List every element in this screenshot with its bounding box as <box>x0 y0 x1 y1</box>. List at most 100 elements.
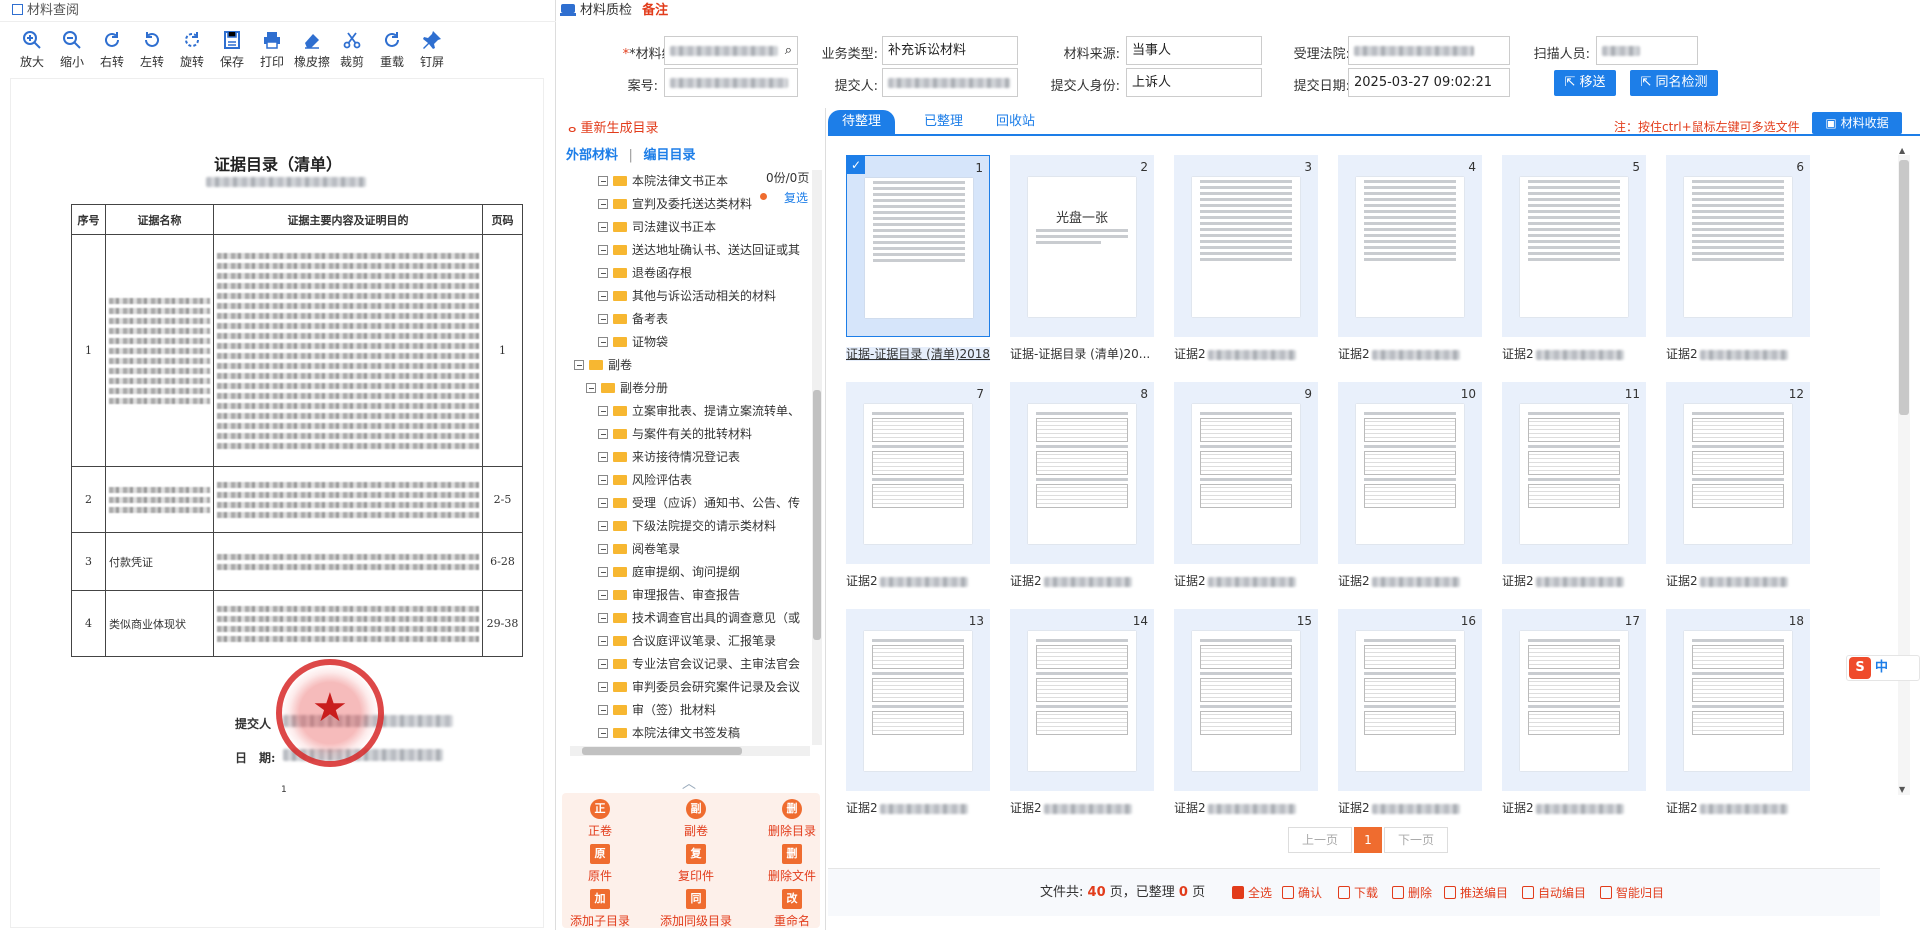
push-catalog-button[interactable]: 推送编目 <box>1444 869 1508 917</box>
file-card[interactable]: 16 <box>1338 609 1482 791</box>
collapse-toggle-icon[interactable] <box>598 337 608 347</box>
identity-field[interactable]: 上诉人 <box>1126 68 1262 97</box>
tree-item[interactable]: 本院法律文书正本 <box>598 170 728 193</box>
file-card[interactable]: 2 光盘一张 <box>1010 155 1154 337</box>
tree-item[interactable]: 受理（应诉）通知书、公告、传 <box>598 492 800 515</box>
file-card[interactable]: 3 <box>1174 155 1318 337</box>
tab-recycle-bin[interactable]: 回收站 <box>982 110 1049 134</box>
tree-item[interactable]: 其他与诉讼活动相关的材料 <box>598 285 776 308</box>
file-card[interactable]: 4 <box>1338 155 1482 337</box>
tree-item[interactable]: 副卷分册 <box>586 377 668 400</box>
collapse-toggle-icon[interactable] <box>598 176 608 186</box>
document-preview[interactable]: 证据目录（清单） 序号 证据名称 证据主要内容及证明目的 页码 1 1 2 2-… <box>10 78 544 928</box>
download-button[interactable]: 下载 <box>1338 869 1378 917</box>
rotate-left-button[interactable]: 左转 <box>132 30 172 76</box>
prev-page-button[interactable]: 上一页 <box>1288 827 1352 853</box>
submit-date-field[interactable]: 2025-03-27 09:02:21 <box>1348 68 1510 97</box>
note-link[interactable]: 备注 <box>642 3 668 18</box>
collapse-toggle-icon[interactable] <box>598 567 608 577</box>
same-name-check-button[interactable]: ⇱ 同名检测 <box>1630 70 1718 96</box>
tree-item[interactable]: 备考表 <box>598 308 668 331</box>
smart-filing-button[interactable]: 智能归目 <box>1600 869 1664 917</box>
material-no-field[interactable]: ⌕ <box>664 36 798 65</box>
scroll-up-icon[interactable]: ▲ <box>1899 146 1905 155</box>
tree-item[interactable]: 司法建议书正本 <box>598 216 716 239</box>
zoom-out-button[interactable]: 缩小 <box>52 30 92 76</box>
rotate-button[interactable]: 旋转 <box>172 30 212 76</box>
scroll-down-icon[interactable]: ▼ <box>1899 785 1905 794</box>
tab-catalog[interactable]: 编目目录 <box>643 148 695 163</box>
source-field[interactable]: 当事人 <box>1126 36 1262 65</box>
select-all-button[interactable]: 全选 <box>1232 869 1272 917</box>
file-card[interactable]: 13 <box>846 609 990 791</box>
check-icon[interactable]: ✓ <box>847 156 865 174</box>
tree-scroll-thumb[interactable] <box>813 390 821 640</box>
tree-item[interactable]: 专业法官会议记录、主审法官会 <box>598 653 800 676</box>
eraser-button[interactable]: 橡皮擦 <box>292 30 332 76</box>
catalog-action-button[interactable]: 同添加同级目录 <box>656 889 736 929</box>
tree-item[interactable]: 宣判及委托送达类材料 <box>598 193 752 216</box>
auto-catalog-button[interactable]: 自动编目 <box>1522 869 1586 917</box>
delete-button[interactable]: 删除 <box>1392 869 1432 917</box>
tree-item[interactable]: 审判委员会研究案件记录及会议 <box>598 676 800 699</box>
page-1-button[interactable]: 1 <box>1354 827 1382 853</box>
file-card[interactable]: 18 <box>1666 609 1810 791</box>
confirm-button[interactable]: 确认 <box>1282 869 1322 917</box>
collapse-toggle-icon[interactable] <box>598 590 608 600</box>
file-card[interactable]: 7 <box>846 382 990 564</box>
scanner-field[interactable] <box>1596 36 1698 65</box>
collapse-toggle-icon[interactable] <box>598 245 608 255</box>
collapse-toggle-icon[interactable] <box>598 475 608 485</box>
crop-button[interactable]: 裁剪 <box>332 30 372 76</box>
tab-pending[interactable]: 待整理 <box>828 110 896 134</box>
catalog-action-button[interactable]: 删删除目录 <box>752 799 832 839</box>
catalog-action-button[interactable]: 副副卷 <box>656 799 736 839</box>
save-button[interactable]: 保存 <box>212 30 252 76</box>
tree-hscroll-thumb[interactable] <box>582 747 742 755</box>
tree-item[interactable]: 下级法院提交的请示类材料 <box>598 515 776 538</box>
tree-item[interactable]: 庭审提纲、询问提纲 <box>598 561 740 584</box>
reload-button[interactable]: 重载 <box>372 30 412 76</box>
catalog-action-button[interactable]: 正正卷 <box>560 799 640 839</box>
file-card[interactable]: 5 <box>1502 155 1646 337</box>
tree-item[interactable]: 技术调查官出具的调查意见（或 <box>598 607 800 630</box>
collapse-toggle-icon[interactable] <box>598 429 608 439</box>
material-receipt-button[interactable]: ▣ 材料收据 <box>1812 112 1902 134</box>
collapse-toggle-icon[interactable] <box>598 728 608 738</box>
catalog-action-button[interactable]: 加添加子目录 <box>560 889 640 929</box>
file-card[interactable]: 12 <box>1666 382 1810 564</box>
pin-screen-button[interactable]: 钉屏 <box>412 30 452 76</box>
tree-item[interactable]: 本院法律文书签发稿 <box>598 722 740 745</box>
tree-item[interactable]: 与案件有关的批转材料 <box>598 423 752 446</box>
tree-item[interactable]: 送达地址确认书、送达回证或其 <box>598 239 800 262</box>
collapse-toggle-icon[interactable] <box>598 659 608 669</box>
rotate-right-button[interactable]: 右转 <box>92 30 132 76</box>
submitter-field[interactable] <box>882 68 1018 97</box>
collapse-toggle-icon[interactable] <box>598 314 608 324</box>
tree-item[interactable]: 证物袋 <box>598 331 668 354</box>
case-no-field[interactable] <box>664 68 798 97</box>
collapse-toggle-icon[interactable] <box>598 291 608 301</box>
tree-item[interactable]: 审（签）批材料 <box>598 699 716 722</box>
tree-item[interactable]: 副卷 <box>574 354 632 377</box>
collapse-toggle-icon[interactable] <box>598 636 608 646</box>
catalog-action-button[interactable]: 原原件 <box>560 844 640 884</box>
search-icon[interactable]: ⌕ <box>785 37 792 64</box>
collapse-toggle-icon[interactable] <box>598 406 608 416</box>
tree-item[interactable]: 阅卷笔录 <box>598 538 680 561</box>
collapse-toggle-icon[interactable] <box>598 521 608 531</box>
next-page-button[interactable]: 下一页 <box>1384 827 1448 853</box>
collapse-toggle-icon[interactable] <box>598 498 608 508</box>
collapse-toggle-icon[interactable] <box>598 268 608 278</box>
tree-item[interactable]: 来访接待情况登记表 <box>598 446 740 469</box>
regenerate-catalog-button[interactable]: ⴰ 重新生成目录 <box>568 117 659 136</box>
collapse-toggle-icon[interactable] <box>598 682 608 692</box>
catalog-action-button[interactable]: 复复印件 <box>656 844 736 884</box>
collapse-chevron-icon[interactable]: ︿ <box>682 773 696 793</box>
tree-item[interactable]: 退卷函存根 <box>598 262 692 285</box>
file-card[interactable]: 9 <box>1174 382 1318 564</box>
tree-item[interactable]: 合议庭评议笔录、汇报笔录 <box>598 630 776 653</box>
file-card[interactable]: 1 ✓ <box>846 155 990 337</box>
tab-external-materials[interactable]: 外部材料 <box>566 148 618 163</box>
ime-indicator[interactable]: S中 <box>1846 655 1920 681</box>
